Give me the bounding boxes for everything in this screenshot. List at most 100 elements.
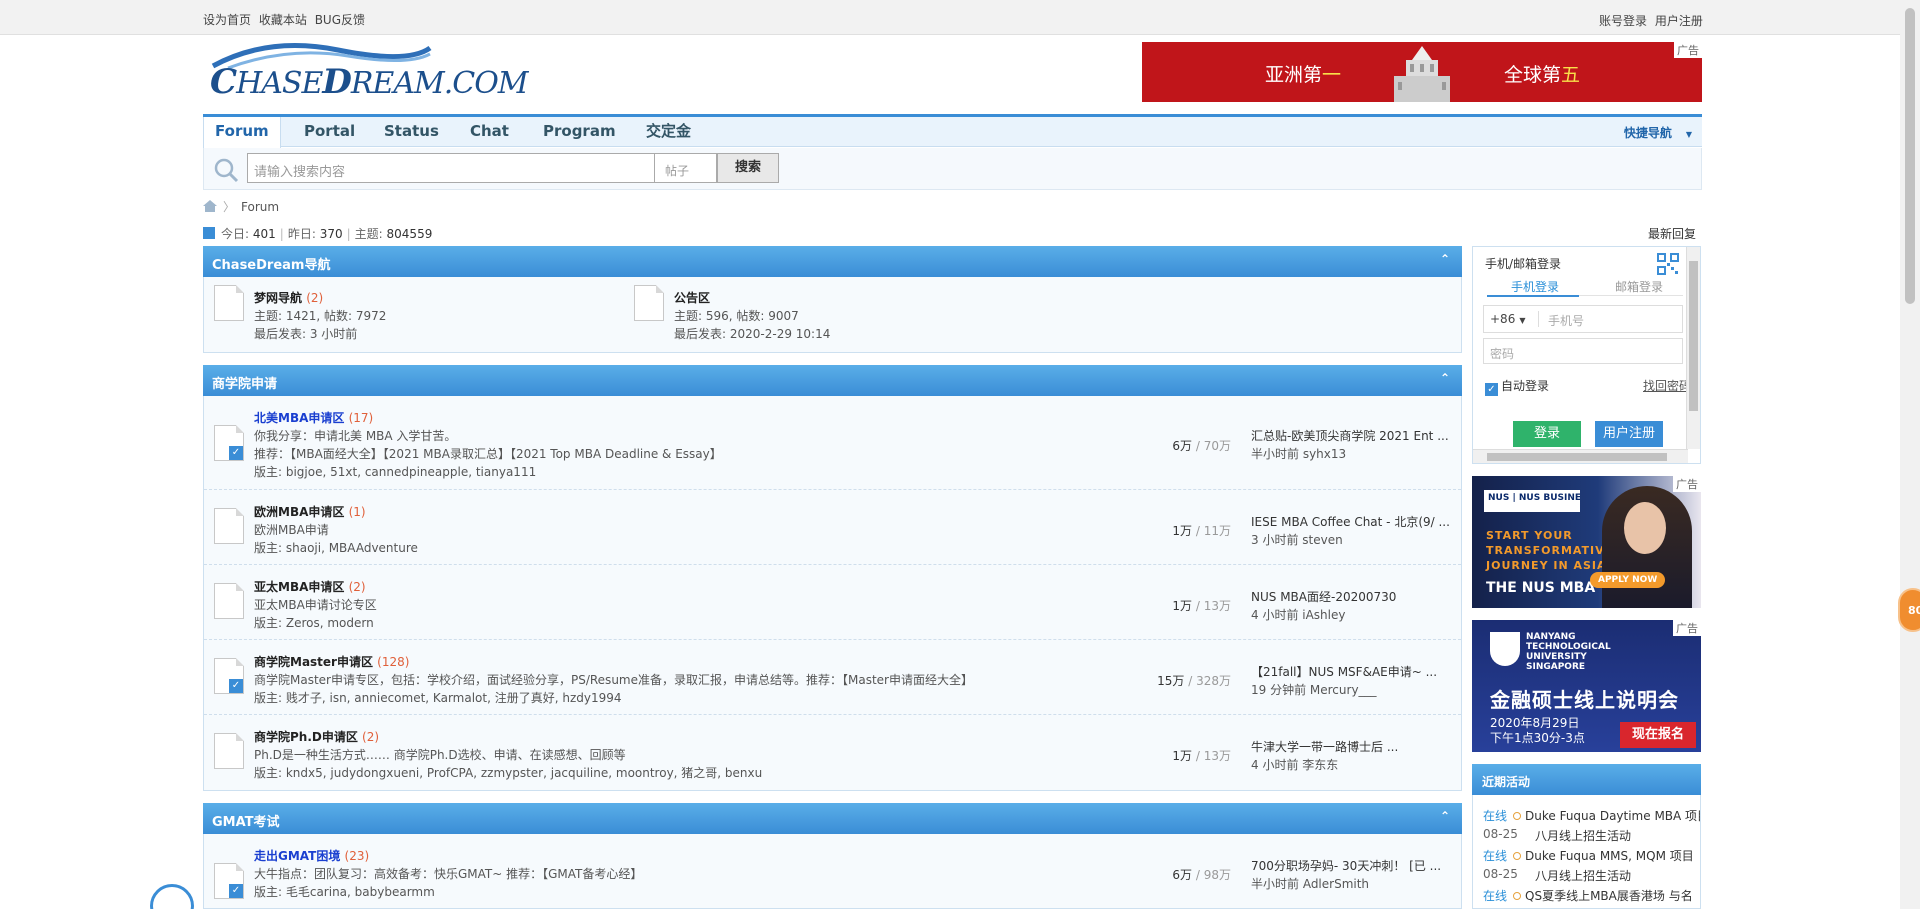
login-vertical-scrollbar[interactable]: [1686, 247, 1700, 449]
category-header: 商学院申请 ⌃: [203, 365, 1462, 396]
last-post-meta: 半小时前 syhx13: [1251, 447, 1347, 461]
page-scrollbar[interactable]: [1900, 0, 1920, 909]
last-post-title[interactable]: NUS MBA面经-20200730: [1251, 588, 1451, 605]
nav-chat[interactable]: Chat: [459, 117, 520, 147]
activities-list: 在线 Duke Fuqua Daytime MBA 项目 08-25 八月线上招生活…: [1472, 795, 1701, 909]
forum-desc: 亚太MBA申请讨论专区: [254, 598, 377, 612]
face-image: [1624, 502, 1666, 554]
nav-deposit[interactable]: 交定金: [635, 117, 702, 147]
chevron-down-icon: ▼: [1519, 316, 1526, 325]
ad-tag: 广告: [1673, 620, 1701, 636]
banner-text-asia: 亚洲第一: [1265, 64, 1342, 86]
stats-chart-icon: [203, 227, 215, 239]
login-panel: 手机/邮箱登录 手机登录 邮箱登录 +86 ▼ 手机号 密码 ✓ 自动登录 找回密码…: [1472, 246, 1701, 464]
collapse-icon[interactable]: ⌃: [1440, 252, 1450, 266]
top-links-left: 设为首页 收藏本站 BUG反馈: [203, 11, 369, 28]
last-post-title[interactable]: 700分职场孕妈- 30天冲刺！ [已 ...: [1251, 857, 1451, 874]
activity-item[interactable]: 在线 Duke Fuqua Daytime MBA 项目 08-25 八月线上招生活…: [1483, 807, 1700, 843]
password-field[interactable]: 密码: [1483, 338, 1683, 364]
register-now-button[interactable]: 现在报名: [1620, 722, 1696, 748]
last-post-title[interactable]: 牛津大学一带一路博士后 ...: [1251, 738, 1451, 755]
forum-desc: 你我分享：申请北美 MBA 入学甘苦。: [254, 429, 457, 443]
tab-divider: [1579, 295, 1683, 296]
forum-name: 公告区: [674, 291, 711, 305]
scrollbar-thumb[interactable]: [1689, 261, 1698, 411]
forum-last-post: 最后发表: 3 小时前: [254, 327, 358, 341]
forum-name[interactable]: 走出GMAT困境 (23): [254, 847, 369, 864]
home-icon[interactable]: [203, 200, 217, 212]
remember-me-checkbox[interactable]: ✓ 自动登录: [1485, 377, 1549, 396]
forum-name[interactable]: 商学院Ph.D申请区 (2): [254, 728, 379, 745]
category-header: GMAT考试 ⌃: [203, 803, 1462, 834]
breadcrumb-current[interactable]: Forum: [241, 200, 279, 214]
apply-now-button[interactable]: APPLY NOW: [1590, 572, 1666, 588]
set-homepage-link[interactable]: 设为首页: [203, 13, 251, 27]
account-login-link[interactable]: 账号登录: [1599, 14, 1647, 28]
search-bar: 请输入搜索内容 帖子 搜索: [203, 148, 1702, 190]
forum-recommend[interactable]: 推荐：【MBA面经大全】【2021 MBA录取汇总】【2021 Top MBA …: [254, 445, 722, 462]
nav-status[interactable]: Status: [373, 117, 450, 147]
forum-icon: [214, 285, 244, 321]
bug-report-link[interactable]: BUG反馈: [315, 13, 365, 27]
category-title[interactable]: GMAT考试: [212, 815, 280, 830]
category-body: ✓ 走出GMAT困境 (23) 大牛指点：团队复习：高效备考：快乐GMAT~ 推…: [203, 834, 1462, 909]
forum-row: ✓ 商学院Master申请区 (128) 商学院Master申请专区，包括：学校…: [204, 640, 1461, 715]
phone-field[interactable]: +86 ▼ 手机号: [1483, 305, 1683, 333]
floating-chat-icon[interactable]: [150, 884, 194, 909]
breadcrumb-separator: 〉: [223, 200, 236, 214]
login-button[interactable]: 登录: [1513, 421, 1581, 447]
activity-item[interactable]: 在线 QS夏季线上MBA展香港场 与名: [1483, 887, 1693, 904]
user-register-link[interactable]: 用户注册: [1655, 14, 1703, 28]
quick-nav-dropdown[interactable]: 快捷导航 ▼: [1624, 124, 1692, 141]
category-title[interactable]: ChaseDream导航: [212, 258, 330, 273]
forum-row: 欧洲MBA申请区 (1) 欧洲MBA申请 版主: shaoji, MBAAdve…: [204, 490, 1461, 565]
nav-portal[interactable]: Portal: [293, 117, 366, 147]
last-post-title[interactable]: 【21fall】NUS MSF&AE申请~ ...: [1251, 663, 1451, 680]
scrollbar-thumb[interactable]: [1487, 453, 1667, 461]
last-post-title[interactable]: IESE MBA Coffee Chat - 北京(9/ ...: [1251, 513, 1451, 530]
login-horizontal-scrollbar[interactable]: [1473, 449, 1688, 463]
phone-input[interactable]: 手机号: [1548, 312, 1584, 329]
floating-badge[interactable]: 80: [1898, 588, 1920, 632]
forum-name[interactable]: 欧洲MBA申请区 (1): [254, 503, 366, 520]
nav-forum[interactable]: Forum: [203, 117, 281, 148]
bullet-icon: [1513, 852, 1522, 860]
activity-item[interactable]: 在线 Duke Fuqua MMS, MQM 项目 08-25 八月线上招生活动: [1483, 847, 1694, 883]
last-post-title[interactable]: 汇总贴-欧美顶尖商学院 2021 Ent ...: [1251, 427, 1451, 444]
category-title[interactable]: 商学院申请: [212, 377, 277, 392]
ntu-ad[interactable]: NANYANG TECHNOLOGICAL UNIVERSITY SINGAPORE …: [1472, 620, 1701, 752]
forum-name[interactable]: 亚太MBA申请区 (2): [254, 578, 366, 595]
forum-name[interactable]: 商学院Master申请区 (128): [254, 653, 409, 670]
forum-name[interactable]: 北美MBA申请区 (17): [254, 409, 373, 426]
last-post-meta: 4 小时前 李东东: [1251, 758, 1339, 772]
nav-program[interactable]: Program: [532, 117, 627, 147]
forum-counts: 6万 / 98万: [1172, 868, 1231, 882]
nus-mba-ad[interactable]: NUS | NUS BUSINESS SCHOOL START YOURTRAN…: [1472, 476, 1701, 608]
forum-icon: ✓: [214, 863, 244, 899]
country-code-select[interactable]: +86: [1490, 312, 1515, 326]
collapse-icon[interactable]: ⌃: [1440, 809, 1450, 823]
top-bar: 设为首页 收藏本站 BUG反馈 账号登录 用户注册: [0, 0, 1900, 35]
latest-replies-link[interactable]: 最新回复: [1648, 225, 1696, 242]
forum-moderators: 版主: Zeros, modern: [254, 616, 374, 630]
last-post-meta: 4 小时前 iAshley: [1251, 608, 1346, 622]
scrollbar-thumb[interactable]: [1905, 8, 1915, 304]
check-icon: ✓: [229, 446, 243, 460]
last-post-meta: 19 分钟前 Mercury___: [1251, 683, 1377, 697]
forgot-password-link[interactable]: 找回密码: [1643, 377, 1691, 394]
tab-phone-login[interactable]: 手机登录: [1511, 278, 1559, 295]
main-nav: Forum Portal Status Chat Program 交定金 快捷导…: [203, 114, 1702, 148]
tab-email-login[interactable]: 邮箱登录: [1615, 278, 1663, 295]
register-button[interactable]: 用户注册: [1595, 421, 1663, 447]
site-logo[interactable]: CHASEDREAM.COM: [208, 40, 529, 102]
search-button[interactable]: 搜索: [717, 153, 779, 183]
search-type-select[interactable]: 帖子: [655, 153, 717, 183]
search-icon: [214, 158, 239, 183]
search-input[interactable]: 请输入搜索内容: [247, 153, 655, 183]
forum-last-post: 最后发表: 2020-2-29 10:14: [674, 327, 831, 341]
tab-active-underline: [1487, 295, 1579, 297]
header-banner-ad[interactable]: 亚洲第一 全球第五 广告: [1142, 42, 1702, 102]
qr-code-icon[interactable]: [1657, 253, 1679, 275]
bookmark-link[interactable]: 收藏本站: [259, 13, 307, 27]
collapse-icon[interactable]: ⌃: [1440, 371, 1450, 385]
